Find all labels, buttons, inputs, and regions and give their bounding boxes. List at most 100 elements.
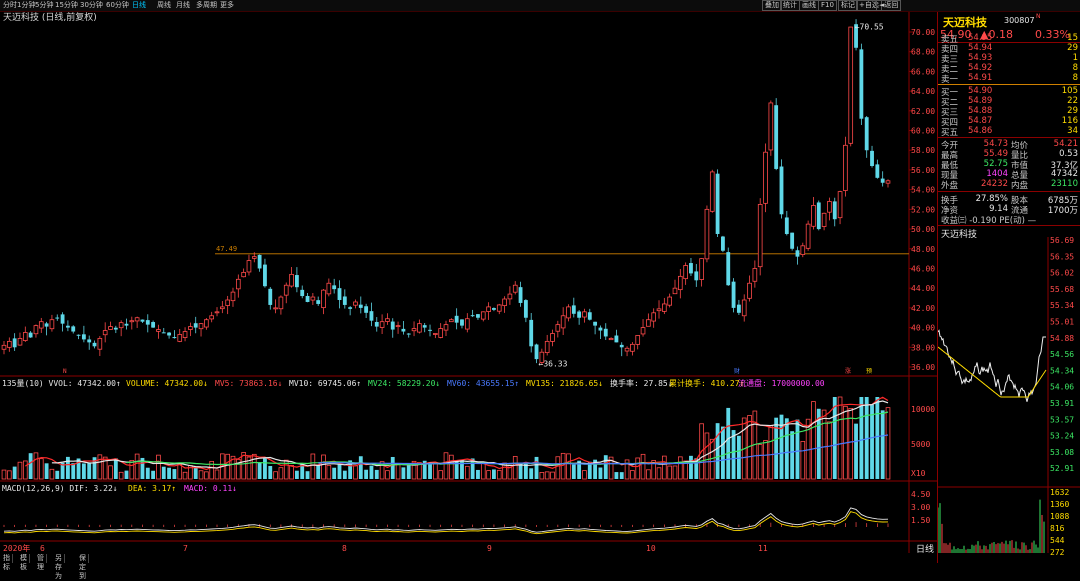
asks-price-2: 54.93 bbox=[968, 53, 993, 63]
volume-bar bbox=[774, 417, 779, 479]
asks-price-0: 54.95 bbox=[968, 33, 993, 43]
candle-body-down bbox=[476, 314, 480, 318]
candle-body-down bbox=[369, 311, 374, 321]
volume-bar bbox=[134, 453, 140, 480]
volume-bar bbox=[635, 457, 641, 480]
candle-body-down bbox=[151, 322, 156, 328]
candle-body-up bbox=[1, 344, 7, 350]
volume-bar bbox=[800, 441, 806, 480]
candle-body-down bbox=[454, 315, 459, 323]
volume-bar bbox=[151, 470, 156, 479]
stat-value2-1: 0.53 bbox=[1059, 149, 1078, 159]
mini-price-line bbox=[938, 329, 1046, 402]
volume-axis-label: 5000 bbox=[911, 440, 930, 449]
volume-bar bbox=[646, 469, 651, 480]
volume-bar bbox=[837, 396, 843, 480]
candle-body-down bbox=[577, 311, 582, 318]
price-axis-label: 48.00 bbox=[911, 245, 935, 254]
stat-value-2: 52.75 bbox=[983, 159, 1008, 169]
bottom-tab-0[interactable]: 指标 bbox=[1, 554, 13, 571]
volume-bar bbox=[832, 397, 837, 479]
candle-body-up bbox=[885, 180, 891, 184]
candle-body-down bbox=[332, 285, 337, 290]
sidebar-divider-3 bbox=[938, 191, 1080, 192]
kline-chart[interactable]: 70.00 68.00 66.00 64.00 62.00 60.00 58.00 56.00… bbox=[0, 0, 937, 563]
candle-body-down bbox=[358, 304, 363, 308]
bottom-tab-2[interactable]: 管理 bbox=[35, 554, 47, 571]
volume-bar bbox=[316, 464, 321, 479]
candle-body-up bbox=[214, 311, 220, 314]
candle-body-up bbox=[656, 308, 662, 312]
macd-indicator-0: MACD(12,26,9) DIF: 3.22↓ bbox=[2, 484, 118, 493]
candle-body-down bbox=[593, 321, 598, 326]
candle-body-up bbox=[411, 328, 417, 332]
candle-body-up bbox=[699, 258, 704, 280]
volume-indicator-4: MV24: 58229.20↓ bbox=[368, 379, 440, 388]
volume-bar bbox=[337, 464, 342, 479]
date-axis-label: 9 bbox=[487, 544, 492, 553]
mini-intraday-chart[interactable]: 56.69 56.35 56.02 55.68 55.34 55.01 54.88 54.56… bbox=[938, 237, 1080, 563]
candle-body-up bbox=[747, 282, 752, 299]
price-axis-label: 66.00 bbox=[911, 67, 935, 76]
candle-body-down bbox=[193, 323, 198, 328]
mini-price-label: 54.56 bbox=[1050, 350, 1074, 359]
candle-body-down bbox=[534, 344, 539, 360]
volume-bar bbox=[544, 471, 550, 480]
price-axis-label: 40.00 bbox=[911, 324, 935, 333]
volume-ma10-line bbox=[51, 400, 889, 469]
volume-bar bbox=[161, 466, 166, 479]
volume-bar bbox=[689, 455, 693, 479]
volume-bar bbox=[492, 469, 496, 479]
volume-bar bbox=[364, 469, 369, 479]
volume-bar bbox=[667, 465, 672, 480]
candle-body-down bbox=[390, 321, 395, 330]
volume-bar bbox=[305, 471, 310, 479]
volume-bar bbox=[251, 453, 257, 480]
candle-body-down bbox=[337, 288, 342, 300]
candle-body-up bbox=[395, 325, 401, 328]
bids-price-2: 54.88 bbox=[968, 106, 993, 116]
candle-body-down bbox=[864, 117, 869, 151]
macd-axis-label: 4.50 bbox=[911, 490, 930, 499]
candle-body-up bbox=[385, 318, 390, 322]
candle-body-up bbox=[198, 323, 204, 330]
volume-bar bbox=[449, 454, 454, 480]
candle-body-down bbox=[374, 321, 379, 327]
volume-bar bbox=[17, 461, 23, 480]
candle-body-up bbox=[33, 325, 39, 335]
candle-body-up bbox=[848, 26, 854, 144]
volume-bar bbox=[294, 470, 299, 479]
mini-vol-label: 1632 bbox=[1050, 488, 1069, 497]
volume-bar bbox=[268, 465, 273, 479]
volume-bar bbox=[496, 469, 502, 480]
volume-bar bbox=[848, 408, 854, 480]
candle-body-up bbox=[97, 338, 103, 350]
stat-value-1: 55.49 bbox=[983, 149, 1008, 159]
volume-bar bbox=[464, 465, 470, 480]
mini-bottom-tab[interactable]: 日线 bbox=[916, 542, 934, 555]
candle-body-up bbox=[246, 260, 252, 273]
mini-price-label: 54.88 bbox=[1050, 334, 1074, 343]
volume-bar bbox=[28, 453, 33, 479]
candle-body-down bbox=[65, 325, 70, 328]
candle-body-down bbox=[571, 305, 576, 314]
bottom-tab-1[interactable]: 模板 bbox=[18, 554, 30, 571]
candle-body-up bbox=[278, 296, 284, 310]
volume-bar bbox=[529, 468, 534, 479]
candle-body-up bbox=[433, 333, 438, 335]
asks-vol-3: 8 bbox=[1072, 63, 1078, 73]
date-axis-label: 7 bbox=[183, 544, 188, 553]
candle-body-down bbox=[145, 320, 150, 325]
volume-bar bbox=[582, 470, 587, 480]
volume-bar bbox=[177, 463, 183, 480]
volume-bar bbox=[571, 464, 576, 479]
volume-bar bbox=[736, 435, 741, 479]
candle-body-up bbox=[667, 296, 672, 306]
stat-value-3: 1404 bbox=[986, 169, 1008, 179]
mini-vol-label: 1360 bbox=[1050, 500, 1069, 509]
candle-body-down bbox=[60, 314, 65, 324]
candle-body-down bbox=[587, 312, 592, 320]
bottom-tab-3[interactable]: 另存为 bbox=[53, 554, 65, 580]
bottom-tab-4[interactable]: 保定到 bbox=[77, 554, 89, 580]
asks-vol-2: 1 bbox=[1072, 53, 1078, 63]
